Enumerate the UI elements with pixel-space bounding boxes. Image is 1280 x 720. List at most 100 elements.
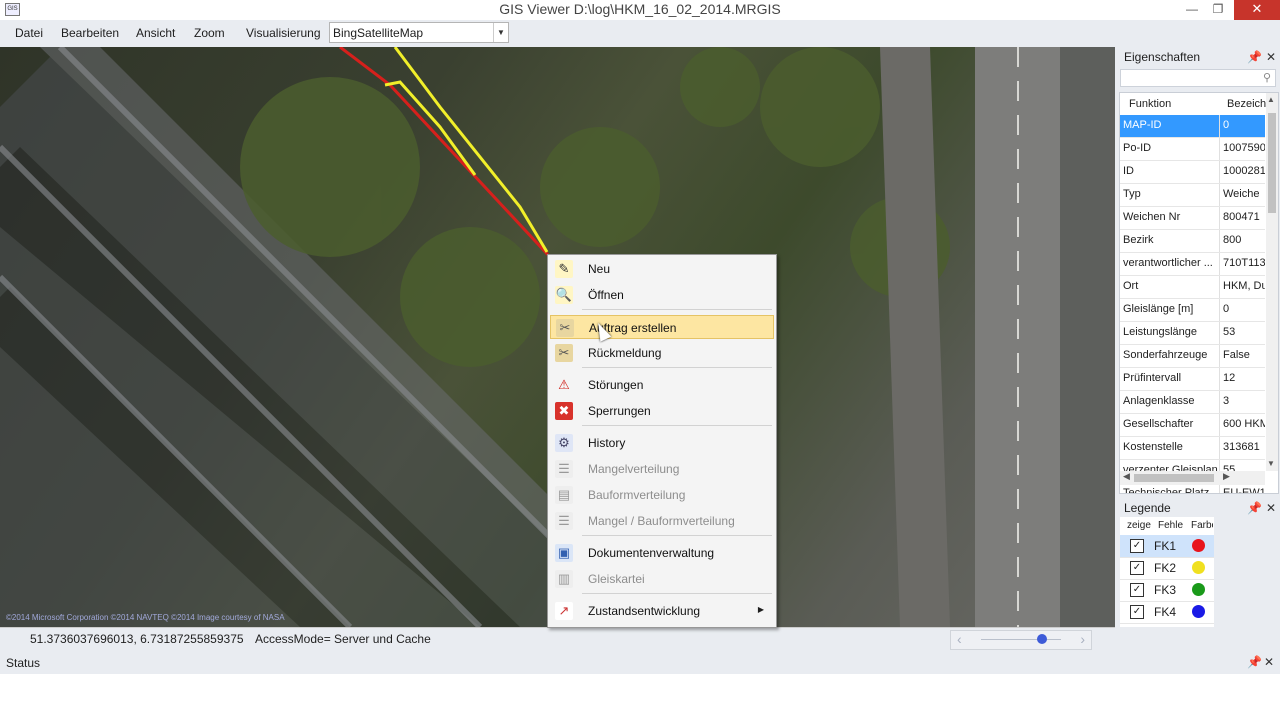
legend-checkbox[interactable]: ✓ — [1130, 583, 1144, 597]
context-menu-item[interactable]: ☰ Mangelverteilung — [550, 457, 774, 481]
pin-icon[interactable]: 📌 — [1247, 501, 1262, 515]
property-key: ID — [1123, 165, 1134, 177]
maximize-button[interactable]: ❐ — [1204, 0, 1232, 20]
property-row[interactable]: Prüfintervall 12 — [1120, 368, 1265, 391]
column-divider — [1219, 345, 1220, 367]
legend-label: FK3 — [1154, 583, 1177, 597]
close-icon[interactable]: ✕ — [1266, 50, 1276, 64]
property-row[interactable]: Weichen Nr 800471 — [1120, 207, 1265, 230]
context-menu-item[interactable]: ☰ Mangel / Bauformverteilung — [550, 509, 774, 533]
map-type-select[interactable]: BingSatelliteMap ▼ — [329, 22, 509, 43]
column-divider — [1219, 230, 1220, 252]
menu-bearbeiten[interactable]: Bearbeiten — [61, 26, 119, 40]
context-menu-label: Öffnen — [588, 288, 624, 302]
property-row[interactable]: Po-ID 1007590 — [1120, 138, 1265, 161]
property-value: False — [1223, 349, 1250, 361]
context-menu-item[interactable]: ⚙ History — [550, 431, 774, 455]
property-row[interactable]: Gesellschafter 600 HKM — [1120, 414, 1265, 437]
zoom-slider-thumb[interactable] — [1037, 634, 1047, 644]
close-window-button[interactable]: ✕ — [1234, 0, 1280, 20]
properties-search-input[interactable]: ⚲ — [1120, 69, 1276, 87]
property-row[interactable]: Ort HKM, Du — [1120, 276, 1265, 299]
menu-separator — [582, 535, 772, 536]
column-divider — [1219, 207, 1220, 229]
property-value: 313681 — [1223, 441, 1260, 453]
property-row[interactable]: ID 1000281 — [1120, 161, 1265, 184]
chevron-down-icon[interactable]: ▼ — [493, 23, 508, 42]
scroll-left-icon[interactable]: ◀ — [1123, 471, 1130, 482]
scroll-right-icon[interactable]: ▶ — [1223, 471, 1230, 482]
documents-icon: ▣ — [555, 544, 573, 562]
property-row[interactable]: Leistungslänge 53 — [1120, 322, 1265, 345]
context-menu-item[interactable]: ▥ Gleiskartei — [550, 567, 774, 591]
col-error[interactable]: Fehle — [1158, 520, 1184, 531]
property-value: 12 — [1223, 372, 1236, 384]
legend-row[interactable]: ✓ FK4 — [1120, 601, 1214, 624]
property-row[interactable]: Kostenstelle 313681 — [1120, 437, 1265, 460]
h-scrollbar-thumb[interactable] — [1134, 474, 1214, 482]
legend-checkbox[interactable]: ✓ — [1130, 605, 1144, 619]
legend-row[interactable]: ✓ FK2 — [1120, 557, 1214, 580]
property-key: Ort — [1123, 280, 1139, 292]
context-menu-item[interactable]: ✂ Rückmeldung — [550, 341, 774, 365]
column-divider — [1219, 437, 1220, 459]
vertical-scrollbar[interactable]: ▲ ▼ — [1266, 93, 1278, 471]
property-row[interactable]: MAP-ID 0 — [1120, 115, 1265, 138]
legend-checkbox[interactable]: ✓ — [1130, 539, 1144, 553]
pin-icon[interactable]: 📌 — [1247, 50, 1262, 64]
property-row[interactable]: Typ Weiche — [1120, 184, 1265, 207]
context-menu-item[interactable]: ✖ Sperrungen — [550, 399, 774, 423]
menu-zoom[interactable]: Zoom — [194, 26, 225, 40]
context-menu-label: Neu — [588, 262, 611, 276]
property-value: 1000281 — [1223, 165, 1265, 177]
context-menu-item[interactable]: ↗ Zustandsentwicklung ▶ — [550, 599, 774, 623]
property-value: 53 — [1223, 326, 1236, 338]
column-divider — [1219, 391, 1220, 413]
legend-label: FK4 — [1154, 605, 1177, 619]
property-key: verantwortlicher ... — [1123, 257, 1213, 269]
property-key: Bezirk — [1123, 234, 1154, 246]
menu-separator — [582, 425, 772, 426]
menu-visualisierung[interactable]: Visualisierung — [246, 26, 321, 40]
column-divider — [1219, 414, 1220, 436]
zoom-slider-track[interactable] — [981, 639, 1061, 640]
pin-icon[interactable]: 📌 — [1247, 655, 1262, 669]
column-divider — [1219, 322, 1220, 344]
col-name[interactable]: Bezeich — [1227, 98, 1266, 110]
menu-ansicht[interactable]: Ansicht — [136, 26, 175, 40]
property-row[interactable]: Bezirk 800 — [1120, 230, 1265, 253]
right-panel: Eigenschaften 📌 ✕ ⚲ Funktion Bezeich MAP… — [1116, 47, 1280, 627]
context-menu-item[interactable]: ⚠ Störungen — [550, 373, 774, 397]
context-menu-item[interactable]: ▣ Dokumentenverwaltung — [550, 541, 774, 565]
legend-row[interactable]: ✓ FK3 — [1120, 579, 1214, 602]
column-divider — [1219, 299, 1220, 321]
close-icon[interactable]: ✕ — [1266, 501, 1276, 515]
property-row[interactable]: Anlagenklasse 3 — [1120, 391, 1265, 414]
context-menu-item[interactable]: 🔍 Öffnen — [550, 283, 774, 307]
scroll-down-icon[interactable]: ▼ — [1267, 459, 1275, 468]
zoom-in-icon[interactable]: › — [1080, 631, 1085, 647]
property-row[interactable]: verantwortlicher ... 710T113 — [1120, 253, 1265, 276]
col-function[interactable]: Funktion — [1129, 98, 1171, 110]
zoom-slider[interactable]: ‹ › — [950, 630, 1092, 650]
property-row[interactable]: Sonderfahrzeuge False — [1120, 345, 1265, 368]
menu-separator — [582, 309, 772, 310]
legend-table-header: zeige Fehle Farbe — [1120, 517, 1214, 536]
context-menu-item[interactable]: ✎ Neu — [550, 257, 774, 281]
property-row[interactable]: Gleislänge [m] 0 — [1120, 299, 1265, 322]
legend-row[interactable]: ✓ FK1 — [1120, 535, 1214, 558]
zoom-out-icon[interactable]: ‹ — [957, 631, 962, 647]
horizontal-scrollbar[interactable]: ◀ ▶ — [1120, 471, 1265, 485]
scroll-up-icon[interactable]: ▲ — [1267, 95, 1275, 104]
scrollbar-thumb[interactable] — [1268, 113, 1276, 213]
context-menu-item[interactable]: ✂ Auftrag erstellen — [550, 315, 774, 339]
col-show[interactable]: zeige — [1127, 520, 1153, 531]
context-menu-label: Zustandsentwicklung — [588, 604, 701, 618]
close-icon[interactable]: ✕ — [1264, 655, 1274, 669]
legend-checkbox[interactable]: ✓ — [1130, 561, 1144, 575]
menu-datei[interactable]: Datei — [15, 26, 43, 40]
legend-label: FK1 — [1154, 539, 1177, 553]
minimize-button[interactable]: — — [1178, 0, 1206, 20]
col-color[interactable]: Farbe — [1191, 520, 1213, 531]
context-menu-item[interactable]: ▤ Bauformverteilung — [550, 483, 774, 507]
